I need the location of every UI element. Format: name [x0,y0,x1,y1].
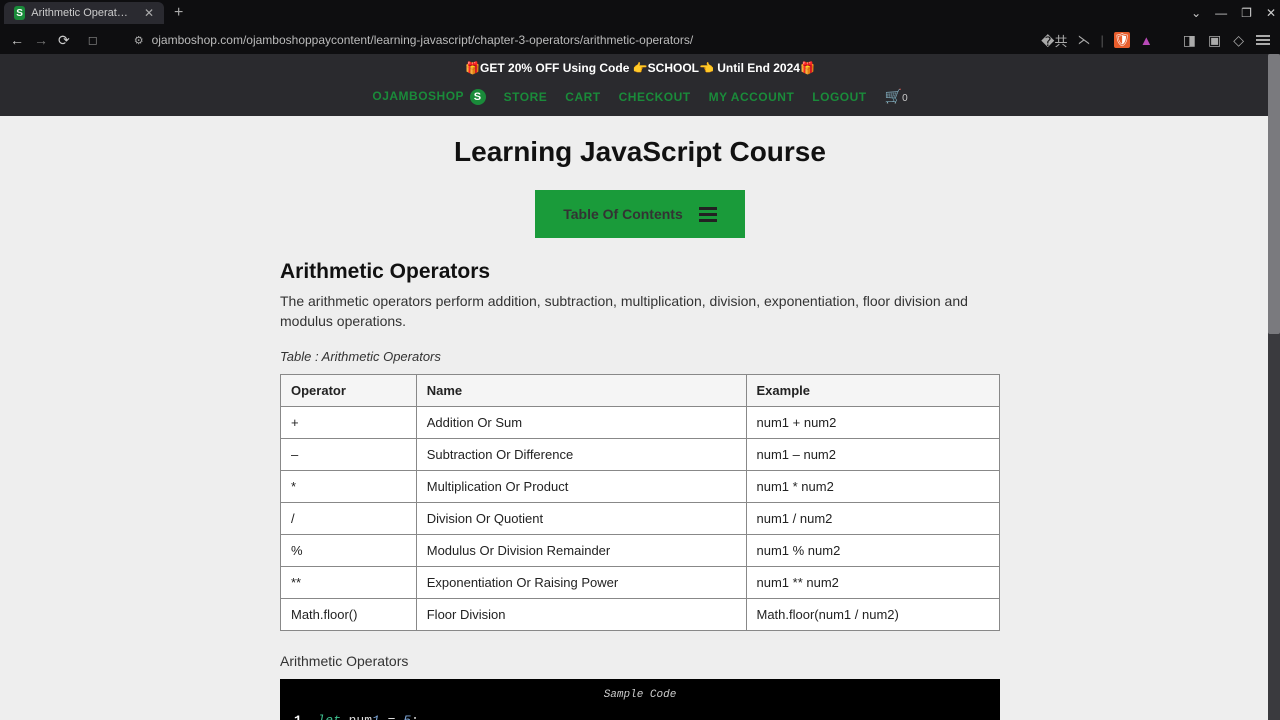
tab-close-icon[interactable]: ✕ [144,6,154,20]
maximize-button[interactable]: ❐ [1241,6,1252,20]
table-header: Name [416,375,746,407]
scrollbar-track[interactable] [1268,54,1280,720]
table-cell: * [281,471,417,503]
site-settings-icon[interactable]: ⚙ [134,34,144,47]
browser-tab-bar: S Arithmetic Operators - Oja ✕ + ⌄ — ❐ ✕ [0,0,1280,26]
table-row: %Modulus Or Division Remaindernum1 % num… [281,535,1000,567]
table-cell: num1 + num2 [746,407,1000,439]
back-button[interactable]: ← [10,32,24,48]
mode-icon[interactable]: ◇ [1233,32,1244,49]
share-icon[interactable]: �共 [1041,31,1067,50]
code-title: Sample Code [294,689,986,701]
url-text: ojamboshop.com/ojamboshoppaycontent/lear… [152,33,1024,47]
rss-icon[interactable]: ⋋ [1077,32,1090,48]
table-header: Example [746,375,1000,407]
minimize-button[interactable]: — [1215,6,1227,20]
cart-count: 0 [902,93,908,104]
operators-table: Operator Name Example +Addition Or Sumnu… [280,374,1000,631]
nav-link-logout[interactable]: LOGOUT [812,90,866,104]
table-cell: Exponentiation Or Raising Power [416,567,746,599]
tabs-dropdown-icon[interactable]: ⌄ [1191,6,1201,20]
table-row: *Multiplication Or Productnum1 * num2 [281,471,1000,503]
cart-icon: 🛒 [885,88,902,104]
table-cell: % [281,535,417,567]
bookmark-icon[interactable]: ◻ [88,33,98,47]
table-cell: + [281,407,417,439]
toolbar-far-right: ◨ ▣ ◇ [1183,32,1270,49]
table-cell: num1 % num2 [746,535,1000,567]
nav-cart-button[interactable]: 🛒0 [885,88,908,106]
table-cell: Subtraction Or Difference [416,439,746,471]
wallet-icon[interactable]: ▣ [1208,32,1221,49]
table-row: +Addition Or Sumnum1 + num2 [281,407,1000,439]
code-block-label: Arithmetic Operators [280,653,1000,669]
table-cell: Division Or Quotient [416,503,746,535]
tab-title: Arithmetic Operators - Oja [31,7,134,19]
promo-banner: 🎁GET 20% OFF Using Code 👉SCHOOL👈 Until E… [0,54,1280,82]
page-viewport: 🎁GET 20% OFF Using Code 👉SCHOOL👈 Until E… [0,54,1280,720]
code-block: Sample Code 1. let num1 = 5;2. let num2 … [280,679,1000,720]
nav-link-checkout[interactable]: CHECKOUT [619,90,691,104]
menu-icon [699,207,717,222]
browser-toolbar: ← → ⟳ ◻ ⚙ ojamboshop.com/ojamboshoppayco… [0,26,1280,54]
toolbar-right-icons: �共 ⋋ | 🛡 ▲ [1041,31,1153,50]
table-caption: Table : Arithmetic Operators [280,349,1000,364]
browser-tab[interactable]: S Arithmetic Operators - Oja ✕ [4,2,164,24]
table-row: Math.floor()Floor DivisionMath.floor(num… [281,599,1000,631]
new-tab-button[interactable]: + [174,4,183,22]
table-cell: Modulus Or Division Remainder [416,535,746,567]
section-description: The arithmetic operators perform additio… [280,292,1000,331]
table-cell: Math.floor(num1 / num2) [746,599,1000,631]
content-area: Learning JavaScript Course Table Of Cont… [0,116,1280,720]
toc-label: Table Of Contents [563,206,683,222]
forward-button[interactable]: → [34,32,48,48]
table-header: Operator [281,375,417,407]
nav-link-myaccount[interactable]: MY ACCOUNT [709,90,795,104]
scrollbar-thumb[interactable] [1268,54,1280,334]
course-title: Learning JavaScript Course [280,136,1000,168]
brave-shield-icon[interactable]: 🛡 [1114,32,1130,48]
logo-s-icon: S [470,89,486,105]
code-line: 1. let num1 = 5; [294,713,986,720]
close-window-button[interactable]: ✕ [1266,6,1276,20]
table-cell: / [281,503,417,535]
table-cell: num1 – num2 [746,439,1000,471]
nav-link-store[interactable]: STORE [504,90,548,104]
table-cell: Multiplication Or Product [416,471,746,503]
table-cell: ** [281,567,417,599]
menu-hamburger-icon[interactable] [1256,35,1270,45]
table-cell: num1 * num2 [746,471,1000,503]
nav-link-cart[interactable]: CART [565,90,600,104]
sidebar-icon[interactable]: ◨ [1183,32,1196,49]
table-cell: Addition Or Sum [416,407,746,439]
brave-rewards-icon[interactable]: ▲ [1140,33,1153,48]
table-of-contents-button[interactable]: Table Of Contents [535,190,745,238]
table-header-row: Operator Name Example [281,375,1000,407]
table-cell: num1 ** num2 [746,567,1000,599]
divider: | [1100,33,1103,48]
window-controls: ⌄ — ❐ ✕ [1191,6,1276,20]
table-row: **Exponentiation Or Raising Powernum1 **… [281,567,1000,599]
table-cell: num1 / num2 [746,503,1000,535]
table-cell: Math.floor() [281,599,417,631]
table-row: –Subtraction Or Differencenum1 – num2 [281,439,1000,471]
table-row: /Division Or Quotientnum1 / num2 [281,503,1000,535]
site-nav: OJAMBOSHOP S STORE CART CHECKOUT MY ACCO… [0,82,1280,116]
nav-link-label: OJAMBOSHOP [372,89,463,103]
nav-link-ojamboshop[interactable]: OJAMBOSHOP S [372,89,485,105]
table-cell: – [281,439,417,471]
tab-favicon: S [14,6,25,20]
address-bar[interactable]: ◻ ⚙ ojamboshop.com/ojamboshoppaycontent/… [80,33,1031,47]
section-title: Arithmetic Operators [280,260,1000,284]
table-cell: Floor Division [416,599,746,631]
reload-button[interactable]: ⟳ [58,32,70,49]
